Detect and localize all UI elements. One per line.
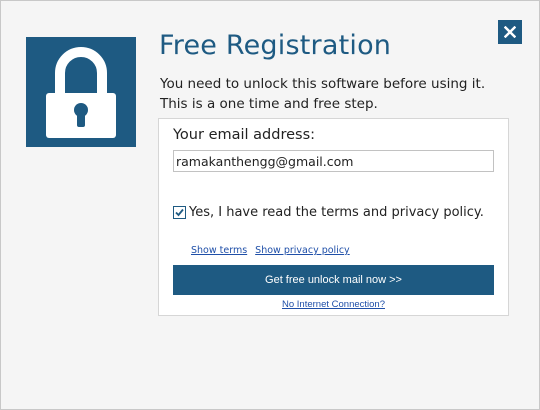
show-privacy-link[interactable]: Show privacy policy [255, 245, 350, 256]
get-unlock-mail-button[interactable]: Get free unlock mail now >> [173, 265, 494, 295]
policy-links: Show terms Show privacy policy [191, 245, 350, 256]
email-field[interactable] [173, 150, 494, 172]
close-button[interactable] [498, 20, 522, 44]
terms-label: Yes, I have read the terms and privacy p… [189, 205, 484, 220]
show-terms-link[interactable]: Show terms [191, 245, 247, 256]
dialog-subtitle: You need to unlock this software before … [160, 76, 486, 112]
registration-form-card: Your email address: Yes, I have read the… [158, 118, 509, 316]
terms-checkbox[interactable] [173, 206, 186, 219]
close-icon [504, 26, 516, 38]
checkmark-icon [175, 208, 184, 217]
no-internet-connection-link[interactable]: No Internet Connection? [159, 299, 508, 310]
lock-tile [26, 37, 136, 147]
dialog-title: Free Registration [159, 30, 392, 61]
email-label: Your email address: [173, 127, 316, 143]
registration-dialog: Free Registration You need to unlock thi… [0, 0, 540, 410]
padlock-icon [46, 47, 116, 138]
terms-row: Yes, I have read the terms and privacy p… [173, 205, 484, 220]
